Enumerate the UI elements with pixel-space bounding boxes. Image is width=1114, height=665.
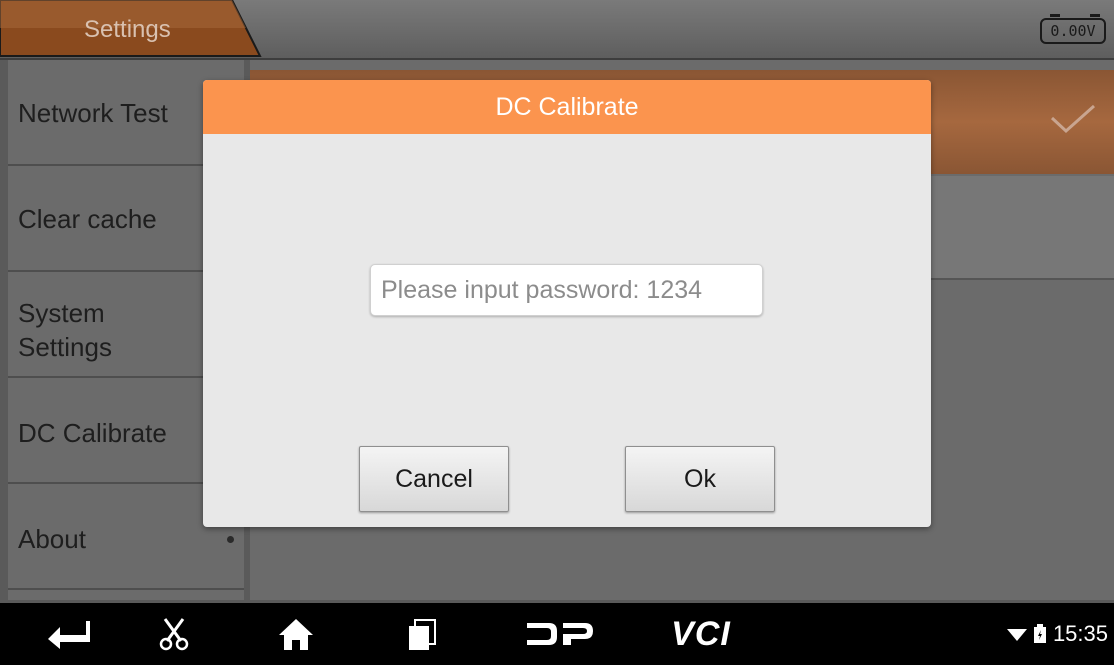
cancel-button[interactable]: Cancel — [359, 446, 509, 512]
home-icon[interactable] — [274, 603, 318, 665]
battery-pole-left — [1050, 14, 1060, 17]
tab-label: Settings — [84, 16, 171, 43]
check-icon — [1050, 104, 1095, 134]
battery-voltage-indicator: 0.00V — [1040, 14, 1110, 46]
navigation-bar: VCI 15:35 — [0, 603, 1114, 665]
top-bar: Settings 0.00V — [0, 0, 1114, 60]
dot-icon — [227, 536, 234, 543]
scissors-icon[interactable] — [154, 603, 194, 665]
dc-calibrate-dialog: DC Calibrate Cancel Ok — [203, 80, 931, 527]
sidebar-item-label: Network Test — [18, 98, 168, 128]
sidebar-item-label: About — [18, 524, 86, 554]
wifi-icon — [1006, 629, 1027, 641]
settings-tab[interactable]: Settings — [0, 0, 262, 58]
vci-label: VCI — [671, 614, 731, 653]
back-icon[interactable] — [44, 603, 94, 665]
dialog-title: DC Calibrate — [203, 80, 931, 134]
sidebar-item-label: System Settings — [18, 298, 112, 362]
sidebar-item-label: DC Calibrate — [18, 418, 167, 448]
vci-icon[interactable]: VCI — [660, 603, 742, 665]
ok-button[interactable]: Ok — [625, 446, 775, 512]
voltage-readout: 0.00V — [1040, 18, 1106, 44]
clock-time: 15:35 — [1052, 621, 1108, 646]
status-area: 15:35 — [1006, 603, 1108, 665]
sidebar-item-label: Clear cache — [18, 204, 157, 234]
password-input[interactable] — [370, 264, 763, 316]
dp-logo-icon[interactable] — [524, 603, 596, 665]
recent-apps-icon[interactable] — [404, 603, 440, 665]
battery-icon — [1033, 624, 1046, 643]
battery-pole-right — [1090, 14, 1100, 17]
